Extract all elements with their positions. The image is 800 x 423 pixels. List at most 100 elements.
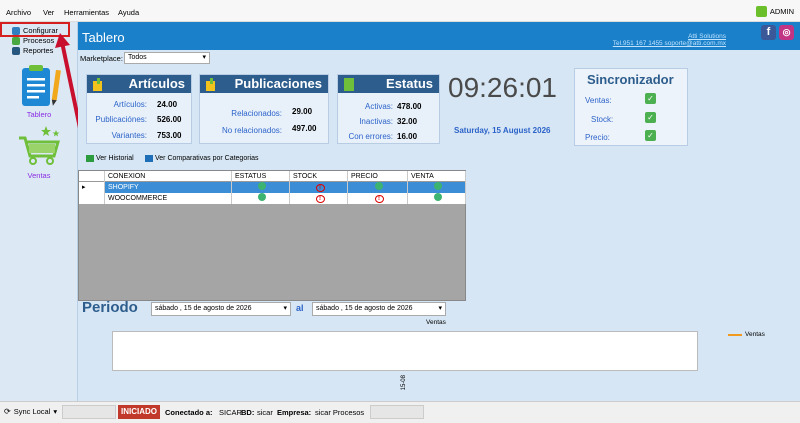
conectado-label: Conectado a: — [165, 408, 213, 417]
publicaciones-value: 526.00 — [157, 115, 182, 124]
sync-local-button[interactable]: ⟳ Sync Local ▾ — [4, 407, 57, 416]
cell-conexion[interactable]: SHOPIFY — [105, 182, 232, 193]
company-name: Atti Solutions — [688, 33, 726, 40]
company-contact: Tel.951 167 1455 soporte@atti.com.mx — [612, 40, 726, 47]
cell-precio: ! — [348, 193, 408, 204]
column-header-precio[interactable]: PRECIO — [348, 171, 408, 182]
sync-stock-check-icon: ✓ — [645, 112, 656, 123]
inactivas-value: 32.00 — [397, 117, 418, 126]
activas-label: Activas: — [364, 102, 393, 111]
column-header-stock[interactable]: STOCK — [290, 171, 348, 182]
cell-precio — [348, 182, 408, 193]
sync-ventas-check-icon: ✓ — [645, 93, 656, 104]
conexiones-grid[interactable]: CONEXION ESTATUS STOCK PRECIO VENTA ▸ SH… — [78, 170, 466, 301]
relacionados-label: Relacionados: — [231, 109, 282, 118]
fecha-hasta-value: sábado , 15 de agosto de 2026 — [316, 305, 413, 312]
sincronizador-title: Sincronizador — [587, 72, 674, 87]
variantes-value: 753.00 — [157, 131, 182, 140]
legend-swatch — [728, 333, 742, 336]
fecha-desde-value: sábado , 15 de agosto de 2026 — [155, 305, 252, 312]
menu-ayuda[interactable]: Ayuda — [118, 8, 139, 17]
x-tick-label: 15-08 — [401, 374, 407, 390]
menu-ver[interactable]: Ver — [43, 8, 54, 17]
column-header-venta[interactable]: VENTA — [408, 171, 466, 182]
periodo-label: Periodo — [82, 299, 138, 316]
sincronizador-panel: Sincronizador Ventas: ✓ Stock: ✓ Precio:… — [574, 68, 688, 146]
cell-stock: ! — [290, 193, 348, 204]
bd-label: BD: — [241, 408, 255, 417]
no-relacionados-label: No relacionados: — [221, 126, 282, 135]
cell-estatus — [232, 182, 290, 193]
user-chip[interactable]: ADMIN — [755, 6, 794, 17]
fecha-desde-picker[interactable]: sábado , 15 de agosto de 2026 ▾ — [151, 302, 291, 316]
articulos-label: Artículos: — [113, 100, 147, 109]
facebook-icon[interactable]: f — [761, 25, 776, 40]
ok-icon — [258, 193, 266, 201]
publicaciones-panel: Publicaciones Relacionados: 29.00 No rel… — [199, 74, 329, 144]
instagram-icon[interactable]: ◎ — [779, 25, 794, 40]
sync-spinner-icon: ⟳ — [4, 407, 11, 416]
company-info[interactable]: Atti Solutions Tel.951 167 1455 soporte@… — [613, 33, 726, 47]
grid-header-row: CONEXION ESTATUS STOCK PRECIO VENTA — [79, 171, 466, 182]
legend-label: Ventas — [745, 331, 765, 338]
ok-icon — [258, 182, 266, 190]
sync-precio-check-icon: ✓ — [645, 130, 656, 141]
ok-icon — [375, 182, 383, 190]
ok-icon — [434, 193, 442, 201]
column-header-estatus[interactable]: ESTATUS — [232, 171, 290, 182]
menu-bar: Archivo Ver Herramientas Ayuda ADMIN — [0, 0, 800, 22]
tab-ver-comparativas[interactable]: Ver Comparativas por Categorias — [145, 155, 259, 162]
chart-svg: 15-08 — [401, 374, 407, 390]
tab-ver-historial[interactable]: Ver Historial — [86, 155, 134, 162]
chevron-down-icon: ▾ — [202, 54, 206, 61]
chart-icon — [145, 155, 153, 162]
bd-value: sicar — [257, 408, 273, 417]
empresa-value: sicar Procesos — [315, 408, 365, 417]
publicaciones-title: Publicaciones — [200, 75, 328, 93]
no-relacionados-value: 497.00 — [292, 124, 317, 133]
table-row[interactable]: WOOCOMMERCE ! ! — [79, 193, 466, 204]
inactivas-label: Inactivas: — [359, 117, 393, 126]
error-icon: ! — [374, 195, 384, 203]
menu-herramientas[interactable]: Herramientas — [64, 8, 109, 17]
con-errores-label: Con errores: — [348, 132, 393, 141]
grid-corner — [79, 171, 105, 182]
column-header-conexion[interactable]: CONEXION — [105, 171, 232, 182]
chevron-down-icon: ▾ — [283, 305, 287, 312]
publicaciones-icon — [206, 78, 215, 91]
clock-time: 09:26:01 — [448, 72, 557, 103]
status-empty-box — [62, 405, 116, 419]
chevron-down-icon: ▾ — [438, 305, 442, 312]
user-name: ADMIN — [769, 7, 794, 16]
clock-date: Saturday, 15 August 2026 — [454, 126, 551, 135]
nav-ventas-label: Ventas — [27, 171, 51, 180]
marketplace-label: Marketplace: — [80, 54, 123, 63]
cell-conexion[interactable]: WOOCOMMERCE — [105, 193, 232, 204]
cell-estatus — [232, 193, 290, 204]
ok-icon — [434, 182, 442, 190]
empresa-label: Empresa: — [277, 408, 312, 417]
row-selector[interactable] — [79, 193, 105, 204]
con-errores-value: 16.00 — [397, 132, 418, 141]
estatus-panel: Estatus Activas: 478.00 Inactivas: 32.00… — [337, 74, 440, 144]
page-title: Tablero — [82, 30, 125, 45]
articulos-panel: Artículos Artículos: 24.00 Publicaciónes… — [86, 74, 192, 144]
variantes-label: Variantes: — [111, 131, 147, 140]
conectado-value: SICAR — [219, 408, 242, 417]
error-icon: ! — [315, 184, 325, 192]
sync-stock-label: Stock: — [591, 115, 614, 124]
table-row[interactable]: ▸ SHOPIFY ! — [79, 182, 466, 193]
cell-venta — [408, 182, 466, 193]
row-selector-icon[interactable]: ▸ — [79, 182, 105, 193]
status-bar: ⟳ Sync Local ▾ INICIADO Conectado a: SIC… — [0, 401, 800, 423]
activas-value: 478.00 — [397, 102, 422, 111]
menu-archivo[interactable]: Archivo — [6, 8, 31, 17]
fecha-hasta-picker[interactable]: sábado , 15 de agosto de 2026 ▾ — [312, 302, 446, 316]
status-empty-box — [370, 405, 424, 419]
tab-label: Ver Comparativas por Categorias — [155, 155, 259, 162]
marketplace-select[interactable]: Todos ▾ — [124, 52, 210, 64]
ventas-chart: Ventas 15-08 Ventas — [86, 317, 786, 401]
publicaciones-label: Publicaciónes: — [95, 115, 147, 124]
table-icon — [86, 155, 94, 162]
chart-legend: Ventas — [728, 331, 765, 338]
